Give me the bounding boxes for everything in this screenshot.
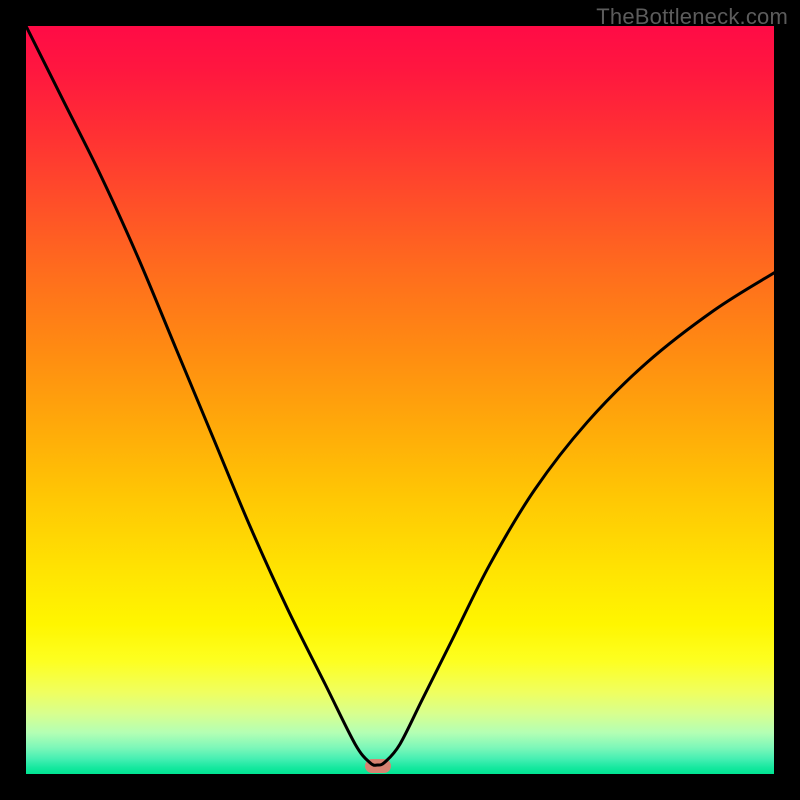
bottleneck-curve <box>26 26 774 774</box>
plot-area <box>26 26 774 774</box>
curve-path <box>26 26 774 765</box>
chart-frame: TheBottleneck.com <box>0 0 800 800</box>
watermark-text: TheBottleneck.com <box>596 4 788 30</box>
